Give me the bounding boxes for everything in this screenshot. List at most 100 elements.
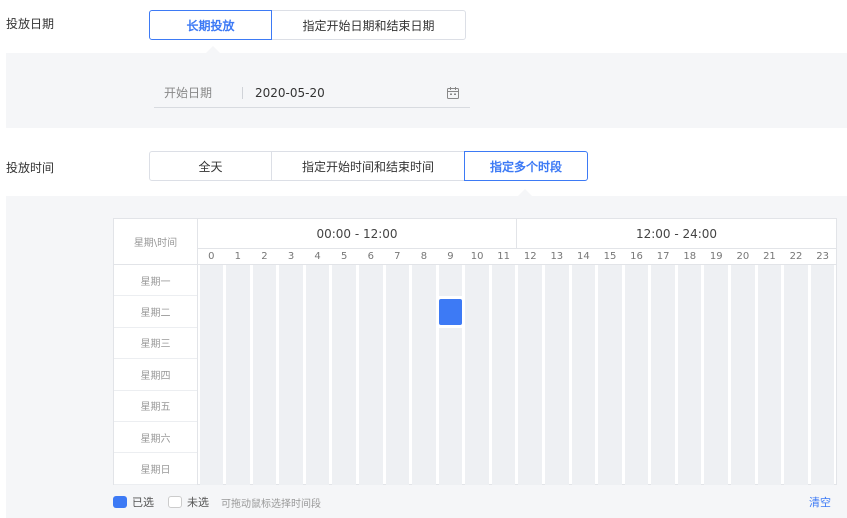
time-cell[interactable] [465,265,489,297]
time-cell[interactable] [571,265,596,297]
time-cell[interactable] [731,327,755,360]
time-cell[interactable] [545,296,569,328]
time-cell[interactable] [598,327,622,360]
time-cell[interactable] [252,265,277,297]
time-cell[interactable] [226,390,250,422]
long-term-option[interactable]: 长期投放 [149,10,272,40]
time-cell[interactable] [704,390,729,422]
time-cell[interactable] [624,359,649,391]
time-cell[interactable] [332,390,356,422]
time-cell[interactable] [651,327,675,360]
time-cell[interactable] [651,421,675,454]
time-cell[interactable] [465,359,489,391]
time-cell[interactable] [731,265,755,297]
time-cell[interactable] [279,359,303,391]
all-day-option[interactable]: 全天 [149,151,272,181]
time-cells[interactable] [198,265,836,485]
time-cell[interactable] [385,327,410,360]
calendar-icon[interactable] [446,86,460,100]
time-cell[interactable] [199,327,224,360]
time-cell[interactable] [252,296,277,328]
time-cell[interactable] [332,359,356,391]
time-cell[interactable] [571,390,596,422]
time-cell[interactable] [332,265,356,297]
time-cell[interactable] [598,421,622,454]
time-cell[interactable] [784,265,808,297]
time-cell[interactable] [358,453,383,485]
time-cell[interactable] [226,296,250,328]
time-cell[interactable] [545,421,569,454]
time-cell[interactable] [385,359,410,391]
time-cell[interactable] [358,390,383,422]
time-cell[interactable] [332,453,356,485]
time-cell[interactable] [677,327,702,360]
time-cell[interactable] [810,296,835,328]
time-cell[interactable] [305,327,330,360]
time-cell[interactable] [651,453,675,485]
time-cell[interactable] [651,359,675,391]
time-cell[interactable] [598,390,622,422]
time-cell[interactable] [412,421,436,454]
time-cell[interactable] [491,265,516,297]
time-cell[interactable] [518,390,543,422]
time-cell[interactable] [677,453,702,485]
clear-button[interactable]: 清空 [809,494,831,510]
time-cell[interactable] [624,296,649,328]
time-cell[interactable] [784,421,808,454]
time-cell[interactable] [598,265,622,297]
time-cell[interactable] [571,296,596,328]
time-cell[interactable] [358,265,383,297]
time-cell[interactable] [279,421,303,454]
time-cell[interactable] [491,327,516,360]
time-cell[interactable] [624,421,649,454]
time-cell[interactable] [358,296,383,328]
time-cell[interactable] [305,265,330,297]
time-cell[interactable] [757,390,782,422]
time-cell[interactable] [279,390,303,422]
time-cell[interactable] [199,359,224,391]
time-cell[interactable] [704,359,729,391]
time-cell[interactable] [545,359,569,391]
time-cell[interactable] [757,453,782,485]
time-cell[interactable] [677,390,702,422]
time-cell[interactable] [784,390,808,422]
time-cell[interactable] [465,327,489,360]
time-cell[interactable] [305,421,330,454]
time-cell[interactable] [810,453,835,485]
time-cell[interactable] [677,359,702,391]
time-cell[interactable] [491,421,516,454]
time-cell[interactable] [571,453,596,485]
time-cell[interactable] [385,421,410,454]
time-cell[interactable] [385,390,410,422]
time-cell[interactable] [598,296,622,328]
time-cell[interactable] [704,327,729,360]
time-cell[interactable] [199,421,224,454]
time-cell[interactable] [412,265,436,297]
time-cell[interactable] [651,296,675,328]
time-cell[interactable] [704,453,729,485]
date-range-option[interactable]: 指定开始日期和结束日期 [271,10,466,40]
time-cell[interactable] [545,327,569,360]
time-cell[interactable] [226,453,250,485]
time-cell[interactable] [677,296,702,328]
time-cell[interactable] [252,421,277,454]
time-cell[interactable] [491,453,516,485]
time-cell[interactable] [252,453,277,485]
time-cell[interactable] [624,390,649,422]
time-cell[interactable] [332,421,356,454]
time-cell[interactable] [279,265,303,297]
time-cell[interactable] [465,421,489,454]
time-cell[interactable] [305,296,330,328]
time-cell[interactable] [571,359,596,391]
time-cell[interactable] [757,296,782,328]
time-cell[interactable] [305,390,330,422]
time-cell[interactable] [810,359,835,391]
time-cell[interactable] [465,390,489,422]
time-cell[interactable] [465,453,489,485]
time-cell[interactable] [358,421,383,454]
time-cell[interactable] [784,453,808,485]
time-cell[interactable] [810,265,835,297]
start-date-value[interactable]: 2020-05-20 [255,86,446,100]
time-cell[interactable] [518,453,543,485]
time-cell[interactable] [731,453,755,485]
